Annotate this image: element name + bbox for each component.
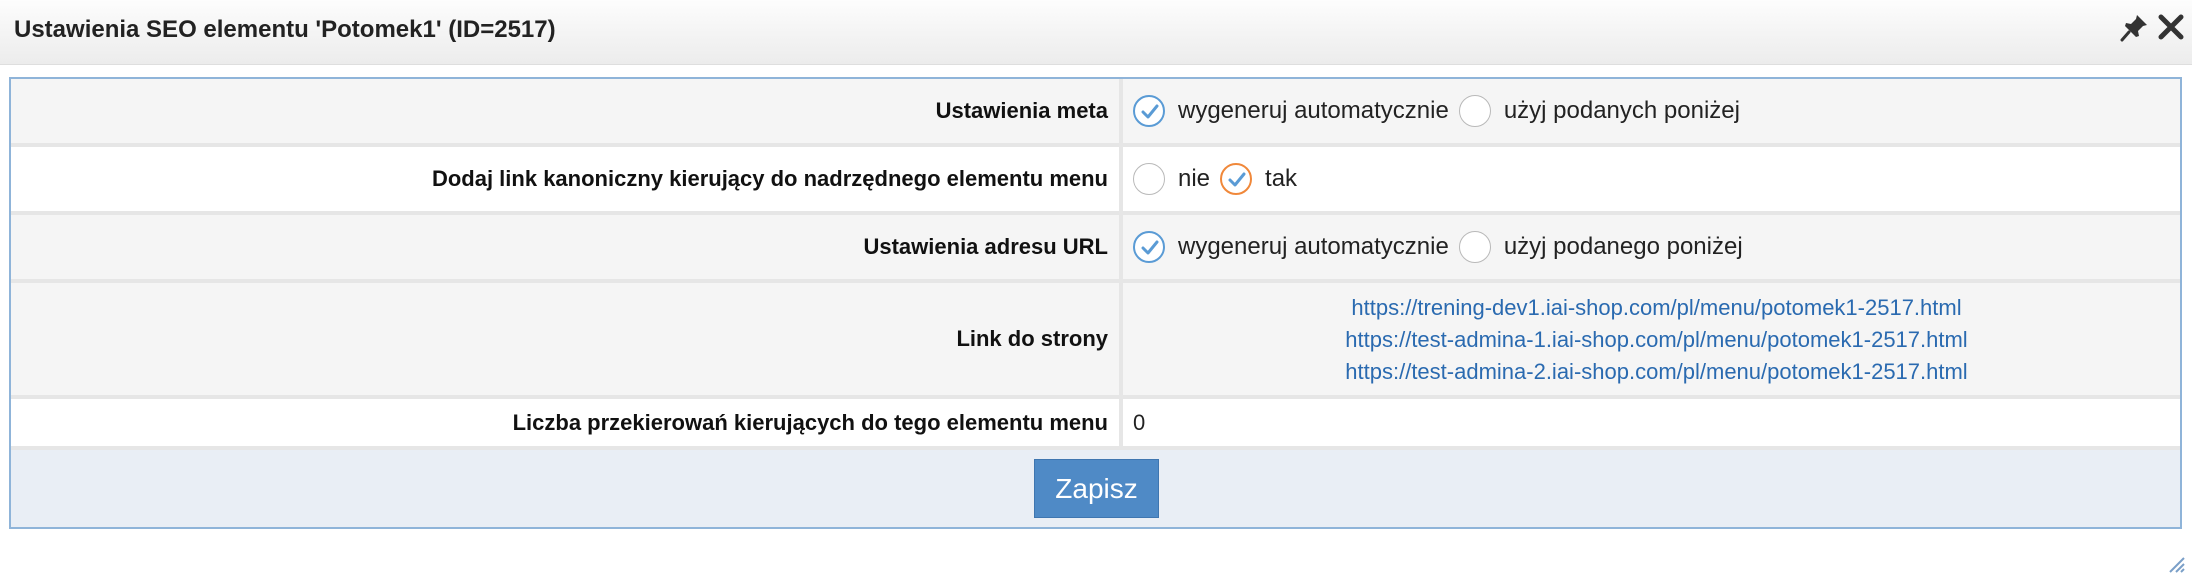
page-links-label: Link do strony: [11, 283, 1123, 395]
row-canonical-link: Dodaj link kanoniczny kierujący do nadrz…: [11, 147, 2180, 215]
page-link[interactable]: https://trening-dev1.iai-shop.com/pl/men…: [1351, 295, 1961, 321]
canonical-yes-label[interactable]: tak: [1265, 165, 1297, 193]
dialog-titlebar: Ustawienia SEO elementu 'Potomek1' (ID=2…: [0, 0, 2192, 65]
meta-auto-radio[interactable]: [1133, 95, 1165, 127]
url-custom-label[interactable]: użyj podanego poniżej: [1504, 233, 1743, 261]
url-auto-label[interactable]: wygeneruj automatycznie: [1178, 233, 1449, 261]
canonical-link-label: Dodaj link kanoniczny kierujący do nadrz…: [11, 147, 1123, 211]
canonical-no-label[interactable]: nie: [1178, 165, 1210, 193]
meta-auto-label[interactable]: wygeneruj automatycznie: [1178, 97, 1449, 125]
redirects-count-value: 0: [1133, 409, 1146, 435]
canonical-no-radio[interactable]: [1133, 163, 1165, 195]
close-icon[interactable]: [2156, 12, 2186, 42]
url-settings-label: Ustawienia adresu URL: [11, 215, 1123, 279]
page-link[interactable]: https://test-admina-2.iai-shop.com/pl/me…: [1345, 359, 1967, 385]
page-links-list: https://trening-dev1.iai-shop.com/pl/men…: [1123, 283, 2180, 395]
canonical-yes-radio[interactable]: [1220, 163, 1253, 195]
canonical-link-options: nie tak: [1123, 147, 2180, 211]
dialog-title: Ustawienia SEO elementu 'Potomek1' (ID=2…: [14, 16, 556, 43]
row-redirects-count: Liczba przekierowań kierujących do tego …: [11, 399, 2180, 450]
url-auto-radio[interactable]: [1133, 231, 1165, 263]
resize-handle-icon[interactable]: [2166, 554, 2186, 574]
page-link[interactable]: https://test-admina-1.iai-shop.com/pl/me…: [1345, 327, 1967, 353]
pin-icon[interactable]: [2120, 12, 2150, 42]
meta-custom-radio[interactable]: [1458, 95, 1491, 127]
row-url-settings: Ustawienia adresu URL wygeneruj automaty…: [11, 215, 2180, 283]
url-settings-options: wygeneruj automatycznie użyj podanego po…: [1123, 215, 2180, 279]
meta-settings-label: Ustawienia meta: [11, 79, 1123, 143]
save-button[interactable]: Zapisz: [1034, 459, 1159, 518]
url-custom-radio[interactable]: [1458, 231, 1491, 263]
redirects-count-label: Liczba przekierowań kierujących do tego …: [11, 399, 1123, 446]
row-meta-settings: Ustawienia meta wygeneruj automatycznie …: [11, 79, 2180, 147]
form-footer: Zapisz: [11, 450, 2180, 527]
meta-custom-label[interactable]: użyj podanych poniżej: [1504, 97, 1740, 125]
seo-settings-panel: Ustawienia meta wygeneruj automatycznie …: [9, 77, 2182, 529]
row-page-links: Link do strony https://trening-dev1.iai-…: [11, 283, 2180, 399]
meta-settings-options: wygeneruj automatycznie użyj podanych po…: [1123, 79, 2180, 143]
